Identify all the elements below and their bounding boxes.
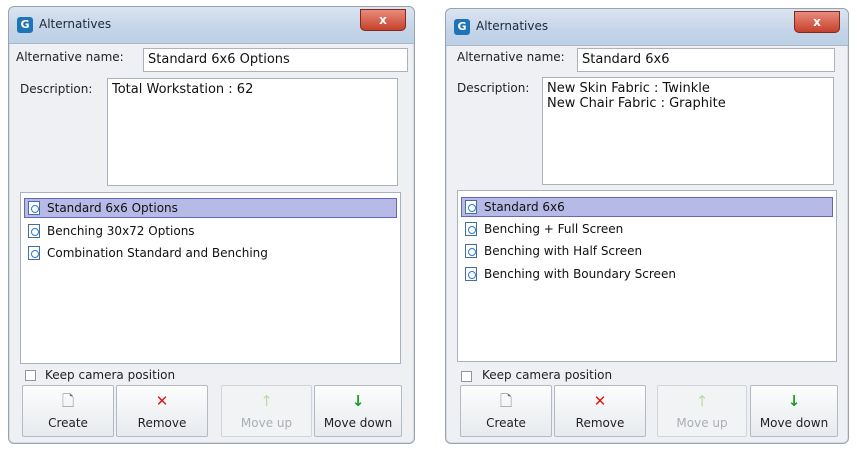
list-item-label: Standard 6x6	[484, 200, 565, 214]
new-document-icon: 🗋	[61, 392, 75, 410]
create-button-label: Create	[486, 416, 526, 430]
alternative-document-icon	[28, 224, 40, 238]
red-x-icon: ✕	[593, 392, 607, 410]
list-item-label: Benching with Boundary Screen	[484, 267, 676, 281]
close-button[interactable]: x	[794, 11, 840, 33]
move-down-button-label: Move down	[759, 416, 829, 430]
move-down-button-label: Move down	[323, 416, 393, 430]
green-up-arrow-icon: ↑	[260, 392, 273, 410]
green-down-arrow-icon: ↓	[351, 392, 365, 410]
create-button-label: Create	[48, 416, 88, 430]
red-x-icon: ✕	[155, 392, 169, 410]
description-field[interactable]: New Skin Fabric : Twinkle New Chair Fabr…	[542, 77, 834, 185]
list-item-label: Benching 30x72 Options	[47, 224, 195, 238]
list-item-label: Combination Standard and Benching	[47, 246, 268, 260]
close-button[interactable]: x	[360, 9, 406, 31]
alternative-document-icon	[465, 244, 477, 258]
keep-camera-checkbox[interactable]	[25, 370, 36, 381]
description-label: Description:	[20, 82, 93, 96]
move-up-button-label: Move up	[676, 416, 728, 430]
move-down-button[interactable]: ↓ Move down	[750, 385, 838, 437]
list-item[interactable]: Standard 6x6	[461, 197, 833, 217]
create-button[interactable]: 🗋 Create	[460, 385, 552, 437]
alternative-name-field[interactable]: Standard 6x6	[577, 48, 835, 72]
green-up-arrow-icon: ↑	[695, 392, 709, 410]
keep-camera-label: Keep camera position	[45, 368, 176, 382]
list-item[interactable]: Benching + Full Screen	[461, 219, 833, 239]
alternative-document-icon	[465, 267, 477, 281]
list-item[interactable]: Benching 30x72 Options	[24, 221, 397, 241]
alternative-document-icon	[28, 246, 40, 260]
alternative-name-field[interactable]: Standard 6x6 Options	[143, 48, 408, 72]
description-field[interactable]: Total Workstation : 62	[107, 78, 398, 186]
description-label: Description:	[457, 81, 530, 95]
remove-button[interactable]: ✕ Remove	[116, 385, 208, 437]
move-up-button-label: Move up	[240, 416, 293, 430]
alternatives-app-icon: G	[17, 17, 33, 33]
move-down-button[interactable]: ↓ Move down	[314, 385, 402, 437]
dialog-title: Alternatives	[476, 19, 549, 33]
list-item-label: Benching with Half Screen	[484, 244, 643, 258]
alternative-name-label: Alternative name:	[16, 50, 124, 64]
list-item[interactable]: Standard 6x6 Options	[24, 198, 397, 218]
keep-camera-checkbox[interactable]	[461, 371, 472, 382]
alternative-document-icon	[465, 222, 477, 236]
list-item[interactable]: Combination Standard and Benching	[24, 243, 397, 263]
alternatives-dialog-left: G Alternatives x Alternative name: Stand…	[8, 6, 415, 444]
list-item[interactable]: Benching with Boundary Screen	[461, 264, 833, 284]
alternatives-list[interactable]: Standard 6x6 Options Benching 30x72 Opti…	[20, 192, 401, 364]
alternative-document-icon	[28, 201, 40, 215]
move-up-button[interactable]: ↑ Move up	[221, 385, 312, 437]
list-item[interactable]: Benching with Half Screen	[461, 241, 833, 261]
title-bar[interactable]: G Alternatives x	[9, 7, 414, 44]
list-item-label: Benching + Full Screen	[484, 222, 624, 236]
alternative-name-label: Alternative name:	[457, 50, 565, 64]
remove-button[interactable]: ✕ Remove	[554, 385, 646, 437]
alternatives-app-icon: G	[454, 19, 470, 35]
alternatives-list[interactable]: Standard 6x6 Benching + Full Screen Benc…	[457, 190, 837, 362]
green-down-arrow-icon: ↓	[787, 392, 801, 410]
alternative-document-icon	[465, 200, 477, 214]
alternatives-dialog-right: G Alternatives x Alternative name: Stand…	[445, 8, 849, 444]
dialog-title: Alternatives	[39, 17, 112, 31]
remove-button-label: Remove	[575, 416, 625, 430]
keep-camera-label: Keep camera position	[482, 368, 613, 382]
list-item-label: Standard 6x6 Options	[47, 201, 178, 215]
title-bar[interactable]: G Alternatives x	[446, 9, 848, 46]
create-button[interactable]: 🗋 Create	[22, 385, 114, 437]
remove-button-label: Remove	[137, 416, 187, 430]
new-document-icon: 🗋	[499, 392, 513, 410]
move-up-button[interactable]: ↑ Move up	[657, 385, 747, 437]
